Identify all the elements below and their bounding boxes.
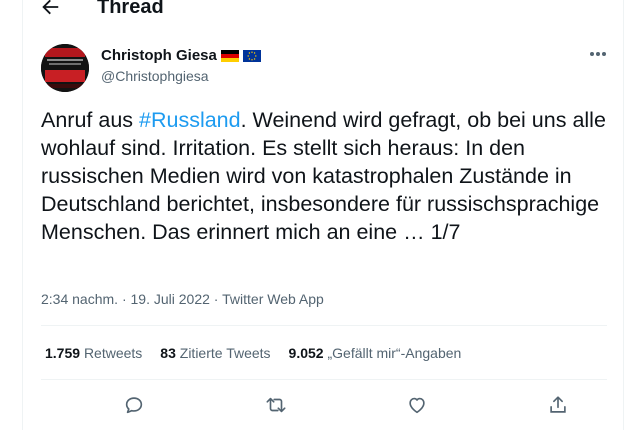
quotes-label: Zitierte Tweets bbox=[179, 345, 271, 361]
tweet-actions bbox=[41, 388, 607, 422]
reply-button[interactable] bbox=[117, 388, 151, 422]
like-icon bbox=[409, 397, 425, 414]
eu-flag-icon bbox=[242, 50, 261, 62]
tweet-meta: 2:34 nachm. · 19. Juli 2022 · Twitter We… bbox=[41, 290, 324, 308]
german-flag-icon bbox=[220, 50, 239, 62]
tweet-source[interactable]: Twitter Web App bbox=[222, 291, 324, 307]
tweet-author: Christoph Giesa @Christophgiesa bbox=[101, 46, 261, 86]
author-name[interactable]: Christoph Giesa bbox=[101, 46, 217, 66]
page-title: Thread bbox=[97, 0, 164, 18]
tweet-stats: 1.759 Retweets 83 Zitierte Tweets 9.052 … bbox=[45, 344, 479, 362]
avatar[interactable] bbox=[41, 44, 89, 92]
retweets-label: Retweets bbox=[83, 345, 143, 361]
meta-separator: · bbox=[209, 291, 223, 307]
author-handle[interactable]: @Christophgiesa bbox=[101, 66, 261, 86]
avatar-image bbox=[41, 44, 89, 92]
divider bbox=[41, 325, 607, 326]
share-icon bbox=[550, 396, 566, 413]
more-horizontal-icon bbox=[590, 52, 606, 56]
arrow-left-icon bbox=[42, 0, 59, 15]
likes-label: „Gefällt mir“-Angaben bbox=[327, 345, 462, 361]
tweet-text: Anruf aus #Russland. Weinend wird gefrag… bbox=[41, 106, 613, 246]
thread-header: Thread bbox=[23, 0, 623, 20]
reply-icon bbox=[125, 397, 143, 414]
retweet-button[interactable] bbox=[259, 388, 293, 422]
meta-separator: · bbox=[118, 291, 131, 307]
tweet-date[interactable]: 19. Juli 2022 bbox=[131, 291, 210, 307]
divider bbox=[41, 379, 607, 380]
tweet-time[interactable]: 2:34 nachm. bbox=[41, 291, 118, 307]
hashtag-link[interactable]: #Russland bbox=[139, 108, 241, 132]
thread-column: Thread Christoph Giesa @Christophgiesa A… bbox=[22, 0, 624, 430]
retweets-stat[interactable]: 1.759 Retweets bbox=[45, 344, 142, 362]
likes-count: 9.052 bbox=[288, 345, 324, 361]
tweet-text-start: Anruf aus bbox=[41, 108, 139, 132]
more-options-button[interactable] bbox=[585, 44, 611, 64]
share-button[interactable] bbox=[541, 388, 575, 422]
like-button[interactable] bbox=[400, 388, 434, 422]
retweet-icon bbox=[266, 397, 286, 413]
quotes-count: 83 bbox=[160, 345, 176, 361]
quotes-stat[interactable]: 83 Zitierte Tweets bbox=[160, 344, 270, 362]
back-button[interactable] bbox=[39, 0, 61, 18]
retweets-count: 1.759 bbox=[45, 345, 81, 361]
likes-stat[interactable]: 9.052 „Gefällt mir“-Angaben bbox=[289, 344, 462, 362]
